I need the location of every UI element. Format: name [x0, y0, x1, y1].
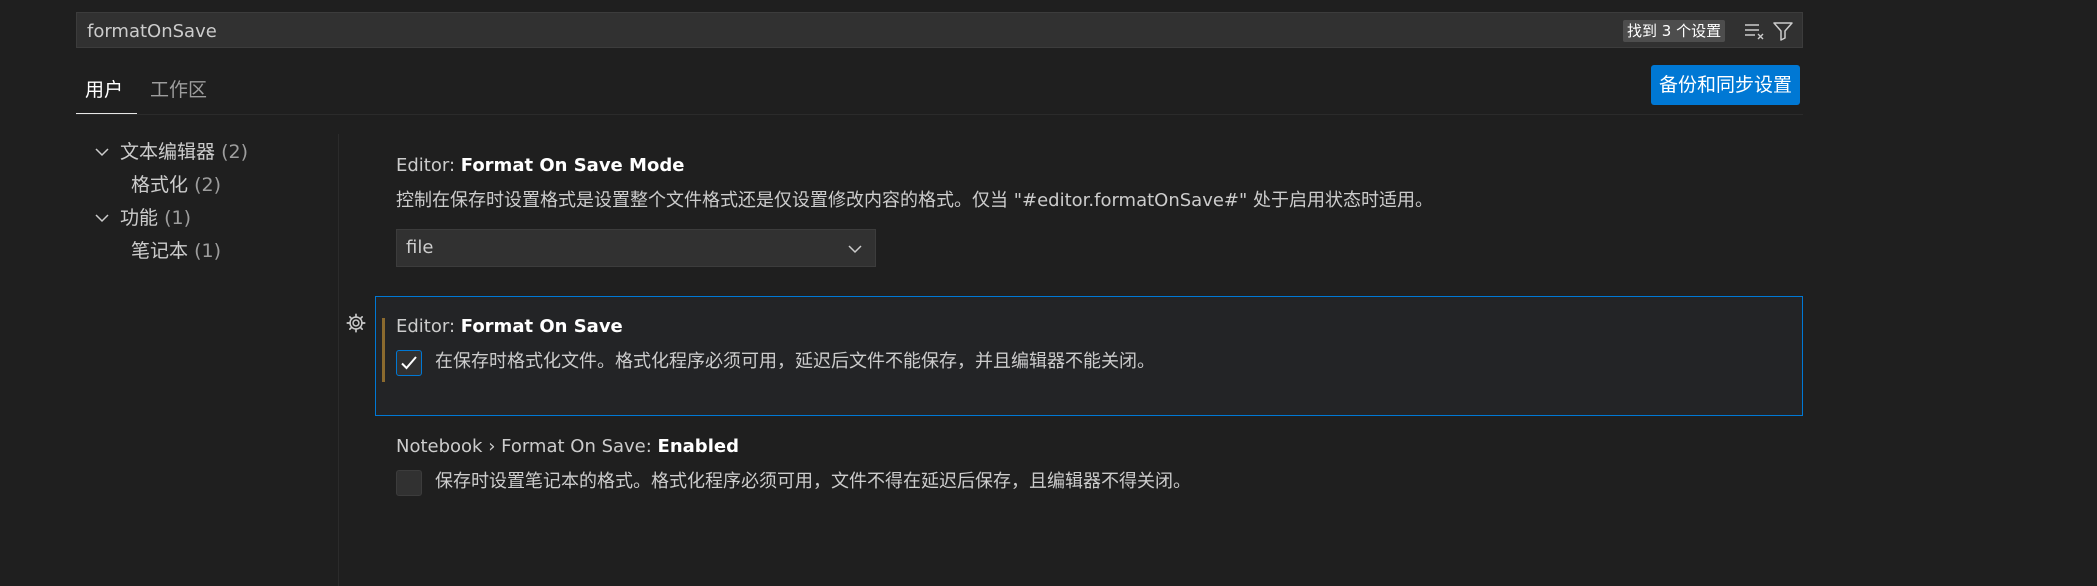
toc-item-count: (1)	[164, 207, 191, 229]
search-result-count-badge: 找到 3 个设置	[1623, 20, 1726, 42]
header-divider	[76, 114, 1803, 115]
notebook-format-on-save-checkbox[interactable]	[396, 470, 422, 496]
backup-sync-settings-button[interactable]: 备份和同步设置	[1651, 65, 1801, 105]
toc-item-features[interactable]: 功能 (1)	[120, 203, 191, 233]
setting-title: Editor: Format On Save	[396, 316, 623, 337]
toc-item-count: (2)	[221, 141, 248, 163]
gear-icon[interactable]	[345, 312, 367, 334]
toc-item-notebook[interactable]: 笔记本 (1)	[131, 236, 221, 266]
tab-user[interactable]: 用户	[85, 72, 123, 108]
toc-item-label: 笔记本	[131, 240, 189, 262]
settings-search-input[interactable]	[85, 13, 1589, 49]
toc-item-label: 文本编辑器	[120, 141, 216, 163]
setting-description: 控制在保存时设置格式是设置整个文件格式还是仅设置修改内容的格式。仅当 "#edi…	[396, 190, 1434, 211]
toc-item-label: 功能	[120, 207, 159, 229]
chevron-down-icon	[848, 245, 862, 254]
setting-description: 在保存时格式化文件。格式化程序必须可用，延迟后文件不能保存，并且编辑器不能关闭。	[435, 351, 1155, 372]
toc-item-label: 格式化	[131, 174, 189, 196]
toc-item-count: (1)	[194, 240, 221, 262]
setting-description: 保存时设置笔记本的格式。格式化程序必须可用，文件不得在延迟后保存，且编辑器不得关…	[435, 471, 1191, 492]
toc-item-count: (2)	[194, 174, 221, 196]
chevron-down-icon[interactable]	[94, 210, 110, 226]
dropdown-value: file	[406, 237, 434, 258]
clear-filter-icon[interactable]	[1743, 20, 1765, 42]
toc-splitter[interactable]	[338, 134, 339, 586]
format-on-save-checkbox[interactable]	[396, 350, 422, 376]
toc-item-text-editor[interactable]: 文本编辑器 (2)	[120, 137, 248, 167]
setting-title: Editor: Format On Save Mode	[396, 155, 685, 176]
format-on-save-mode-dropdown[interactable]: file	[396, 229, 876, 267]
setting-title: Notebook › Format On Save: Enabled	[396, 436, 739, 457]
settings-search-box[interactable]: 找到 3 个设置	[76, 12, 1803, 49]
toc-item-formatting[interactable]: 格式化 (2)	[131, 170, 221, 200]
filter-icon[interactable]	[1772, 20, 1794, 42]
tab-workspace[interactable]: 工作区	[150, 72, 207, 108]
checkmark-icon	[401, 356, 417, 370]
chevron-down-icon[interactable]	[94, 144, 110, 160]
modified-indicator	[382, 318, 385, 382]
